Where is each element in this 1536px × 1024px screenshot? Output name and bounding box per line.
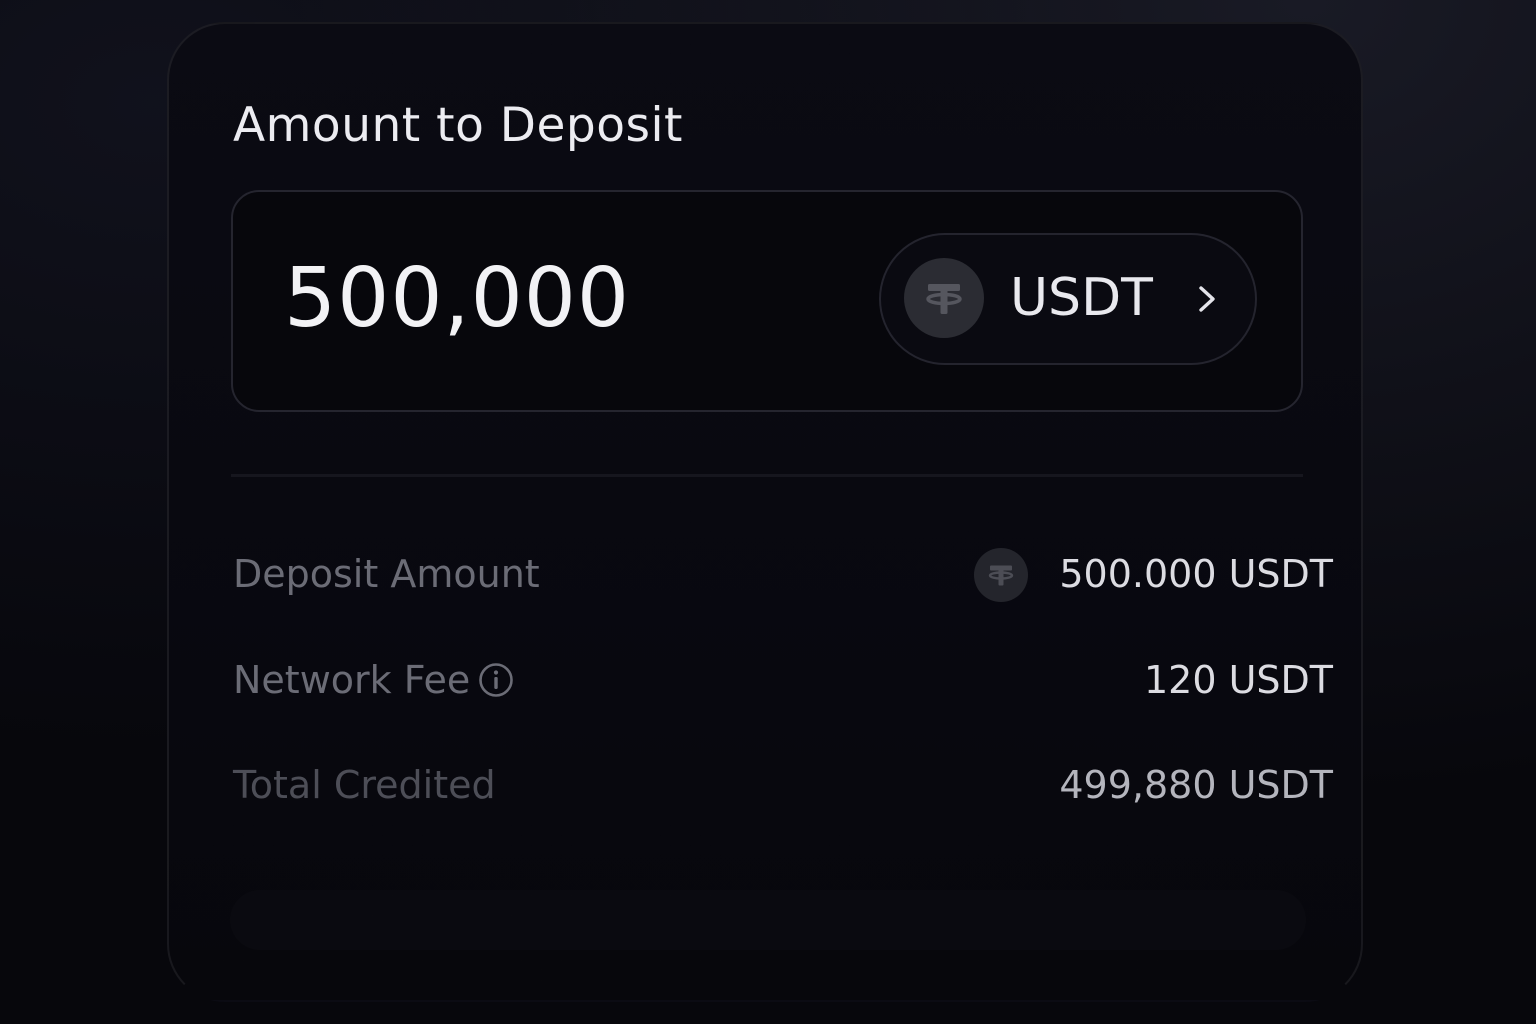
total-credited-label: Total Credited xyxy=(233,763,496,807)
chevron-right-icon[interactable] xyxy=(1194,284,1220,314)
network-fee-label: Network Fee xyxy=(233,658,471,702)
tether-icon xyxy=(904,258,984,338)
divider xyxy=(231,474,1303,477)
info-icon[interactable] xyxy=(478,662,514,698)
total-credited-value: 499,880 USDT xyxy=(1059,763,1333,807)
deposit-amount-value: 500.000 USDT xyxy=(1059,552,1333,596)
section-title: Amount to Deposit xyxy=(233,98,683,153)
bottom-fade xyxy=(230,890,1306,950)
deposit-amount-label: Deposit Amount xyxy=(233,552,540,596)
token-symbol[interactable]: USDT xyxy=(1010,268,1153,328)
amount-input[interactable] xyxy=(284,248,844,348)
network-fee-value: 120 USDT xyxy=(1143,658,1333,702)
deposit-card xyxy=(167,22,1363,1002)
tether-icon xyxy=(974,548,1028,602)
